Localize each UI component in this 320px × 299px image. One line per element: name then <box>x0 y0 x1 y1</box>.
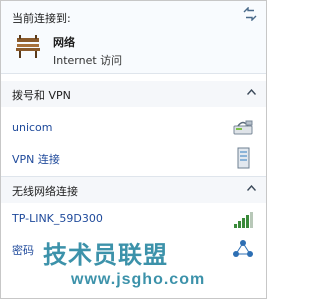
current-network-name: 网络 <box>53 36 75 49</box>
bench-network-icon <box>16 35 40 58</box>
chevron-up-icon[interactable] <box>247 89 256 95</box>
connection-name: TP-LINK_59D300 <box>12 212 103 225</box>
chevron-up-icon[interactable] <box>247 185 256 191</box>
divider <box>1 73 266 74</box>
vpn-server-icon <box>237 147 250 169</box>
list-item-unicom[interactable]: unicom <box>1 113 266 143</box>
connection-name: VPN 连接 <box>12 153 60 166</box>
section-title: 无线网络连接 <box>12 185 78 198</box>
list-item-tp-link[interactable]: TP-LINK_59D300 <box>1 204 266 234</box>
current-network-status: Internet 访问 <box>53 54 123 67</box>
list-item-vpn[interactable]: VPN 连接 <box>1 143 266 173</box>
refresh-icon[interactable] <box>242 7 258 21</box>
connected-to-label: 当前连接到: <box>12 12 71 25</box>
section-header-dialup-vpn[interactable]: 拨号和 VPN <box>1 81 266 107</box>
dialup-modem-icon <box>233 120 253 135</box>
connection-name: unicom <box>12 121 53 134</box>
network-share-icon <box>233 240 253 257</box>
watermark-text: 技术员联盟 <box>43 242 168 269</box>
current-connection-area: 当前连接到: 网络 Internet 访问 <box>1 1 266 73</box>
watermark-url: www.jsgho.com <box>71 271 206 288</box>
section-title: 拨号和 VPN <box>12 89 71 102</box>
network-flyout-panel: 当前连接到: 网络 Internet 访问 拨号和 VPN unicom VPN… <box>0 0 267 299</box>
connection-name: 密码 <box>12 244 34 257</box>
wifi-signal-icon <box>234 212 253 228</box>
section-header-wireless[interactable]: 无线网络连接 <box>1 177 266 203</box>
